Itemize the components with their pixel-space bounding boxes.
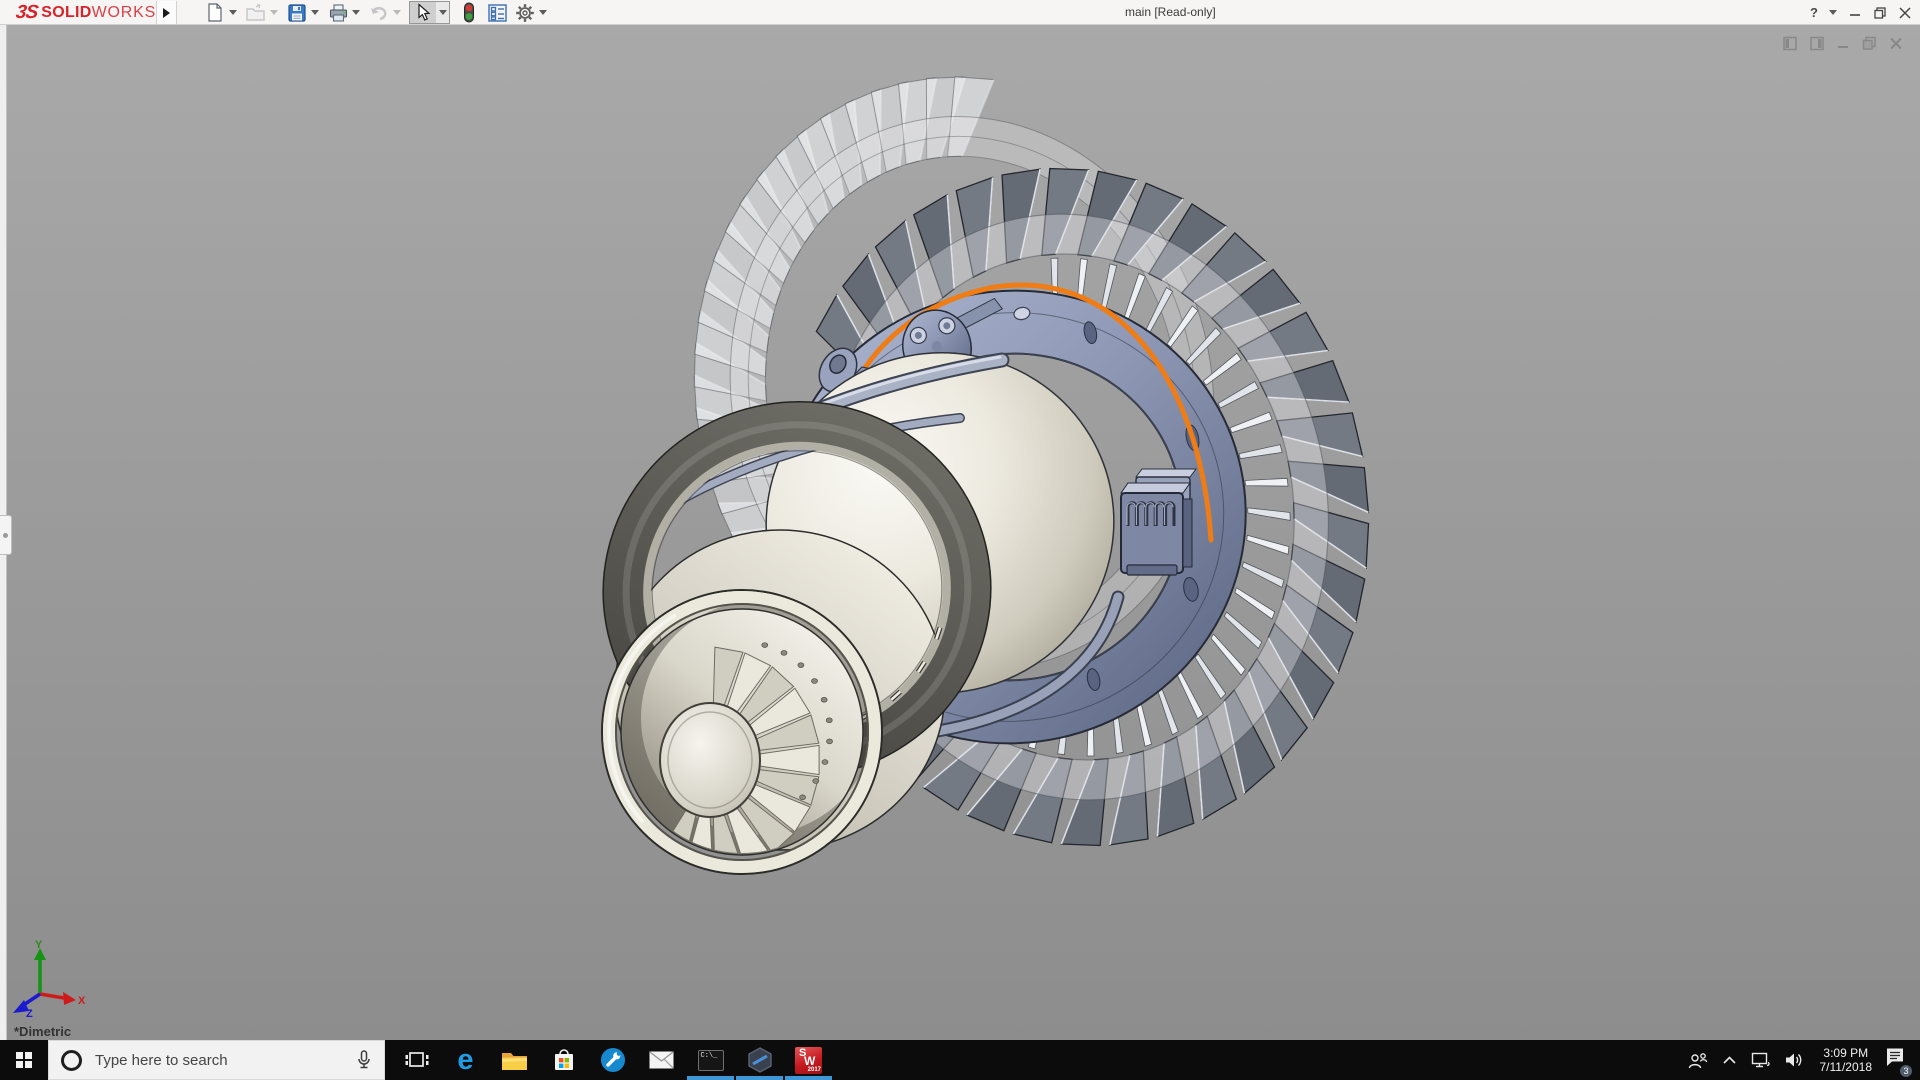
edge-button[interactable]: e (441, 1040, 490, 1080)
speaker-icon[interactable] (1785, 1052, 1804, 1068)
command-prompt-icon: C:\_ (698, 1050, 724, 1071)
pane-left-icon[interactable] (1783, 36, 1798, 51)
select-dropdown[interactable] (439, 10, 447, 15)
file-explorer-button[interactable] (490, 1040, 539, 1080)
taskbar-search[interactable]: Type here to search (48, 1040, 385, 1080)
task-view-icon (405, 1049, 429, 1071)
edge-icon: e (457, 1047, 473, 1073)
help-dropdown[interactable] (1829, 10, 1837, 15)
print-dropdown[interactable] (352, 10, 360, 15)
task-view-button[interactable] (392, 1040, 441, 1080)
new-document-icon (206, 3, 224, 22)
window-restore-icon[interactable] (1862, 36, 1877, 51)
new-document-button[interactable] (204, 2, 226, 24)
minimize-button[interactable] (1848, 5, 1862, 21)
minimize-icon (1850, 7, 1861, 18)
tray-date: 7/11/2018 (1820, 1060, 1873, 1074)
document-title: main [Read-only] (1125, 5, 1216, 19)
title-bar: 3S SOLIDWORKS (0, 0, 1920, 25)
traffic-light-icon (463, 2, 475, 23)
running-indicator (687, 1076, 734, 1080)
action-center-button[interactable]: 3 (1884, 1047, 1906, 1073)
settings-button[interactable] (514, 2, 536, 24)
save-group (286, 2, 322, 24)
undo-arrow-icon (369, 4, 389, 22)
settings-dropdown[interactable] (539, 10, 547, 15)
help-tool-button[interactable] (588, 1040, 637, 1080)
jet-engine-model[interactable] (0, 25, 1920, 1040)
show-hidden-icons-chevron[interactable] (1722, 1055, 1737, 1065)
orientation-triad: Y X Z (2, 936, 86, 1018)
axis-x-label: X (78, 995, 86, 1007)
pane-right-icon[interactable] (1810, 36, 1825, 51)
close-icon (1899, 7, 1911, 19)
people-icon[interactable] (1688, 1052, 1708, 1069)
new-document-dropdown[interactable] (229, 10, 237, 15)
help-button[interactable]: ? (1810, 5, 1818, 20)
form-options-button[interactable] (486, 2, 508, 24)
store-icon (552, 1048, 576, 1072)
graphics-area[interactable]: Y X Z *Dimetric (0, 25, 1920, 1040)
hexagon-app-icon (747, 1047, 773, 1073)
undo-group (368, 2, 404, 24)
solidworks-logo: 3S SOLIDWORKS (16, 2, 156, 23)
open-document-dropdown[interactable] (270, 10, 278, 15)
running-indicator (736, 1076, 783, 1080)
microphone-icon[interactable] (356, 1050, 372, 1070)
restore-button[interactable] (1873, 5, 1887, 21)
start-button[interactable] (0, 1040, 48, 1080)
close-button[interactable] (1898, 5, 1912, 21)
windows-logo-icon (16, 1052, 32, 1068)
solidworks-app-button[interactable]: S W 2017 (784, 1040, 833, 1080)
form-list-icon (488, 4, 507, 22)
select-cursor-icon (414, 3, 432, 22)
axis-z-label: Z (26, 1008, 33, 1018)
open-document-button[interactable] (245, 2, 267, 24)
network-license-button[interactable] (735, 1040, 784, 1080)
toolbar-flyout-button[interactable] (156, 1, 177, 24)
document-window-controls (1783, 36, 1904, 51)
system-tray: 3:09 PM 7/11/2018 3 (1688, 1040, 1920, 1080)
printer-icon (329, 4, 348, 22)
save-floppy-icon (288, 4, 306, 22)
solidworks-2017-icon: S W 2017 (795, 1047, 822, 1074)
undo-button[interactable] (368, 2, 390, 24)
new-document-group (204, 2, 240, 24)
tray-time: 3:09 PM (1820, 1046, 1873, 1060)
mail-icon (649, 1051, 674, 1069)
save-button[interactable] (286, 2, 308, 24)
store-button[interactable] (539, 1040, 588, 1080)
cortana-icon (61, 1050, 82, 1071)
save-dropdown[interactable] (311, 10, 319, 15)
window-minimize-icon[interactable] (1837, 36, 1850, 51)
gear-icon (515, 3, 535, 23)
view-orientation-label: *Dimetric (14, 1024, 71, 1039)
undo-dropdown[interactable] (393, 10, 401, 15)
axis-y-label: Y (35, 939, 43, 951)
wrench-circle-icon (600, 1047, 626, 1073)
feature-manager-expand-tab[interactable] (0, 515, 12, 555)
print-group (327, 2, 363, 24)
panel-grip-icon (3, 533, 8, 538)
connector-block (1121, 469, 1196, 575)
windows-taskbar: Type here to search e (0, 1040, 1920, 1080)
rebuild-traffic-light-button[interactable] (458, 2, 480, 24)
dassault-3ds-logo-icon: 3S (14, 2, 38, 24)
file-explorer-icon (501, 1049, 528, 1071)
restore-icon (1874, 7, 1886, 19)
select-tool-button[interactable] (409, 1, 450, 24)
command-prompt-button[interactable]: C:\_ (686, 1040, 735, 1080)
mail-button[interactable] (637, 1040, 686, 1080)
search-placeholder: Type here to search (95, 1052, 356, 1069)
window-close-icon[interactable] (1889, 36, 1904, 51)
flyout-arrow-icon (163, 8, 170, 18)
settings-group (514, 2, 550, 24)
network-icon[interactable] (1751, 1052, 1771, 1068)
running-indicator (785, 1076, 832, 1080)
notification-badge: 3 (1899, 1064, 1913, 1078)
open-document-group (245, 2, 281, 24)
print-button[interactable] (327, 2, 349, 24)
open-folder-icon (246, 4, 266, 22)
clock[interactable]: 3:09 PM 7/11/2018 (1820, 1046, 1873, 1074)
